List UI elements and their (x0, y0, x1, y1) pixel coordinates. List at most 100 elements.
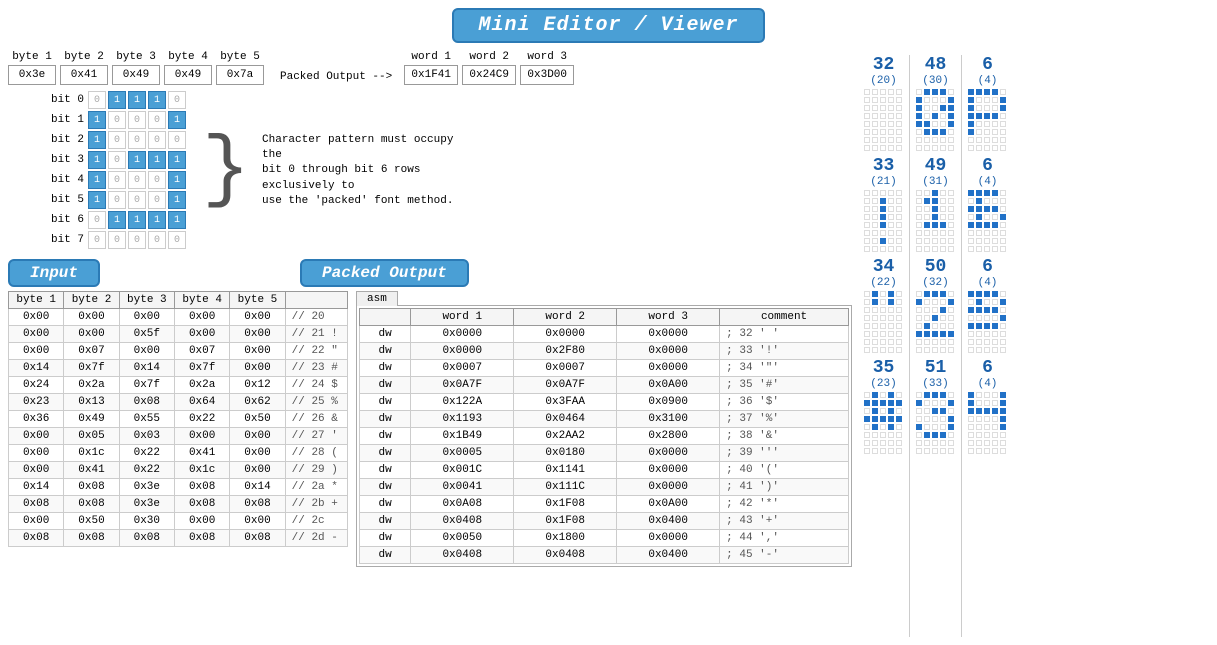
char-pixel (872, 331, 878, 337)
bit-cell-r6-c2[interactable]: 1 (128, 211, 146, 229)
char-pixel (864, 331, 870, 337)
char-pixel (932, 291, 938, 297)
char-col-1: 32(20)33(21)34(22)35(23) (864, 55, 903, 637)
table-row: 0x080x080x3e0x080x08// 2b + (9, 496, 348, 513)
char-pixel (984, 214, 990, 220)
bit-cell-r4-c2[interactable]: 0 (128, 171, 146, 189)
asm-tab[interactable]: asm (356, 291, 398, 306)
bit-cell-r7-c3[interactable]: 0 (148, 231, 166, 249)
bit-cell-r4-c1[interactable]: 0 (108, 171, 126, 189)
bit-cell-r3-c3[interactable]: 1 (148, 151, 166, 169)
bit-cell-r2-c0[interactable]: 1 (88, 131, 106, 149)
bit-cell-r0-c4[interactable]: 0 (168, 91, 186, 109)
output-col-header: word 3 (617, 309, 720, 326)
char-pixel (880, 137, 886, 143)
bit-row-label-2: bit 2 (48, 134, 84, 146)
bit-cell-r4-c3[interactable]: 0 (148, 171, 166, 189)
char-pixel (976, 230, 982, 236)
word-3-input[interactable] (520, 65, 574, 85)
output-comment-r13: ; 45 '-' (720, 547, 849, 564)
input-table-section[interactable]: byte 1byte 2byte 3byte 4byte 50x000x000x… (8, 291, 348, 645)
bit-cell-r6-c4[interactable]: 1 (168, 211, 186, 229)
input-cell-r11-c2: 0x3e (119, 496, 174, 513)
input-cell-r8-c0: 0x00 (9, 445, 64, 462)
char-pixel (976, 331, 982, 337)
char-pixel (896, 190, 902, 196)
bit-cell-r1-c1[interactable]: 0 (108, 111, 126, 129)
char-pixel (888, 331, 894, 337)
bit-cell-r0-c3[interactable]: 1 (148, 91, 166, 109)
char-pixel (976, 129, 982, 135)
byte-1-input[interactable] (8, 65, 56, 85)
char-pixel (992, 129, 998, 135)
input-cell-r11-c0: 0x08 (9, 496, 64, 513)
bit-cell-r1-c0[interactable]: 1 (88, 111, 106, 129)
bit-cell-r2-c4[interactable]: 0 (168, 131, 186, 149)
char-pixel (976, 432, 982, 438)
bit-cell-r6-c0[interactable]: 0 (88, 211, 106, 229)
output-table-section[interactable]: asm word 1word 2word 3commentdw0x00000x0… (356, 291, 852, 645)
word-2-input[interactable] (462, 65, 516, 85)
char-pixel (896, 214, 902, 220)
byte-5-input[interactable] (216, 65, 264, 85)
char-pixel (940, 129, 946, 135)
char-pixel (924, 89, 930, 95)
input-cell-r1-c5: // 21 ! (285, 326, 347, 343)
output-comment-r2: ; 34 '"' (720, 360, 849, 377)
bit-cell-r6-c1[interactable]: 1 (108, 211, 126, 229)
char-pixel (864, 448, 870, 454)
char-pixel (896, 89, 902, 95)
char-pixel (924, 113, 930, 119)
bit-cell-r3-c4[interactable]: 1 (168, 151, 186, 169)
bit-cell-r4-c4[interactable]: 1 (168, 171, 186, 189)
bit-cell-r5-c2[interactable]: 0 (128, 191, 146, 209)
bit-cell-r4-c0[interactable]: 1 (88, 171, 106, 189)
bit-cell-r7-c1[interactable]: 0 (108, 231, 126, 249)
bit-cell-r5-c3[interactable]: 0 (148, 191, 166, 209)
bit-cell-r3-c1[interactable]: 0 (108, 151, 126, 169)
bit-cell-r1-c2[interactable]: 0 (128, 111, 146, 129)
char-pixel (880, 129, 886, 135)
bit-cell-r3-c0[interactable]: 1 (88, 151, 106, 169)
output-col-header (360, 309, 411, 326)
char-pixel (872, 315, 878, 321)
char-pixel (924, 121, 930, 127)
bit-row-4: bit 410001 (48, 171, 186, 189)
char-pixel (888, 214, 894, 220)
bit-cell-r0-c0[interactable]: 0 (88, 91, 106, 109)
bit-cell-r5-c4[interactable]: 1 (168, 191, 186, 209)
input-cell-r10-c1: 0x08 (64, 479, 119, 496)
bit-cell-r7-c4[interactable]: 0 (168, 231, 186, 249)
char-pixel (940, 307, 946, 313)
char-pixel (1000, 97, 1006, 103)
bit-cell-r1-c3[interactable]: 0 (148, 111, 166, 129)
bit-cell-r7-c2[interactable]: 0 (128, 231, 146, 249)
char-pixel (896, 424, 902, 430)
bit-cell-r7-c0[interactable]: 0 (88, 231, 106, 249)
char-pixel (1000, 440, 1006, 446)
bit-cell-r0-c2[interactable]: 1 (128, 91, 146, 109)
char-pixel (1000, 291, 1006, 297)
bit-cell-r2-c1[interactable]: 0 (108, 131, 126, 149)
bit-cell-r0-c1[interactable]: 1 (108, 91, 126, 109)
bit-cell-r6-c3[interactable]: 1 (148, 211, 166, 229)
bit-cell-r1-c4[interactable]: 1 (168, 111, 186, 129)
byte-header-row: byte 1 byte 2 byte 3 byte 4 byte 5 (8, 47, 852, 87)
byte-3-input[interactable] (112, 65, 160, 85)
bit-cell-r5-c1[interactable]: 0 (108, 191, 126, 209)
char-number-sub: (33) (922, 378, 948, 390)
table-row: 0x080x080x080x080x08// 2d - (9, 530, 348, 547)
table-row: dw0x122A0x3FAA0x0900; 36 '$' (360, 394, 849, 411)
bit-cell-r5-c0[interactable]: 1 (88, 191, 106, 209)
byte-2-input[interactable] (60, 65, 108, 85)
bit-cell-r2-c3[interactable]: 0 (148, 131, 166, 149)
bit-cell-r2-c2[interactable]: 0 (128, 131, 146, 149)
output-dw-7: dw (360, 445, 411, 462)
byte-4-input[interactable] (164, 65, 212, 85)
char-pixel (864, 339, 870, 345)
char-pixel (984, 291, 990, 297)
bit-cell-r3-c2[interactable]: 1 (128, 151, 146, 169)
char-pixel (940, 145, 946, 151)
char-pixel (940, 448, 946, 454)
word-1-input[interactable] (404, 65, 458, 85)
